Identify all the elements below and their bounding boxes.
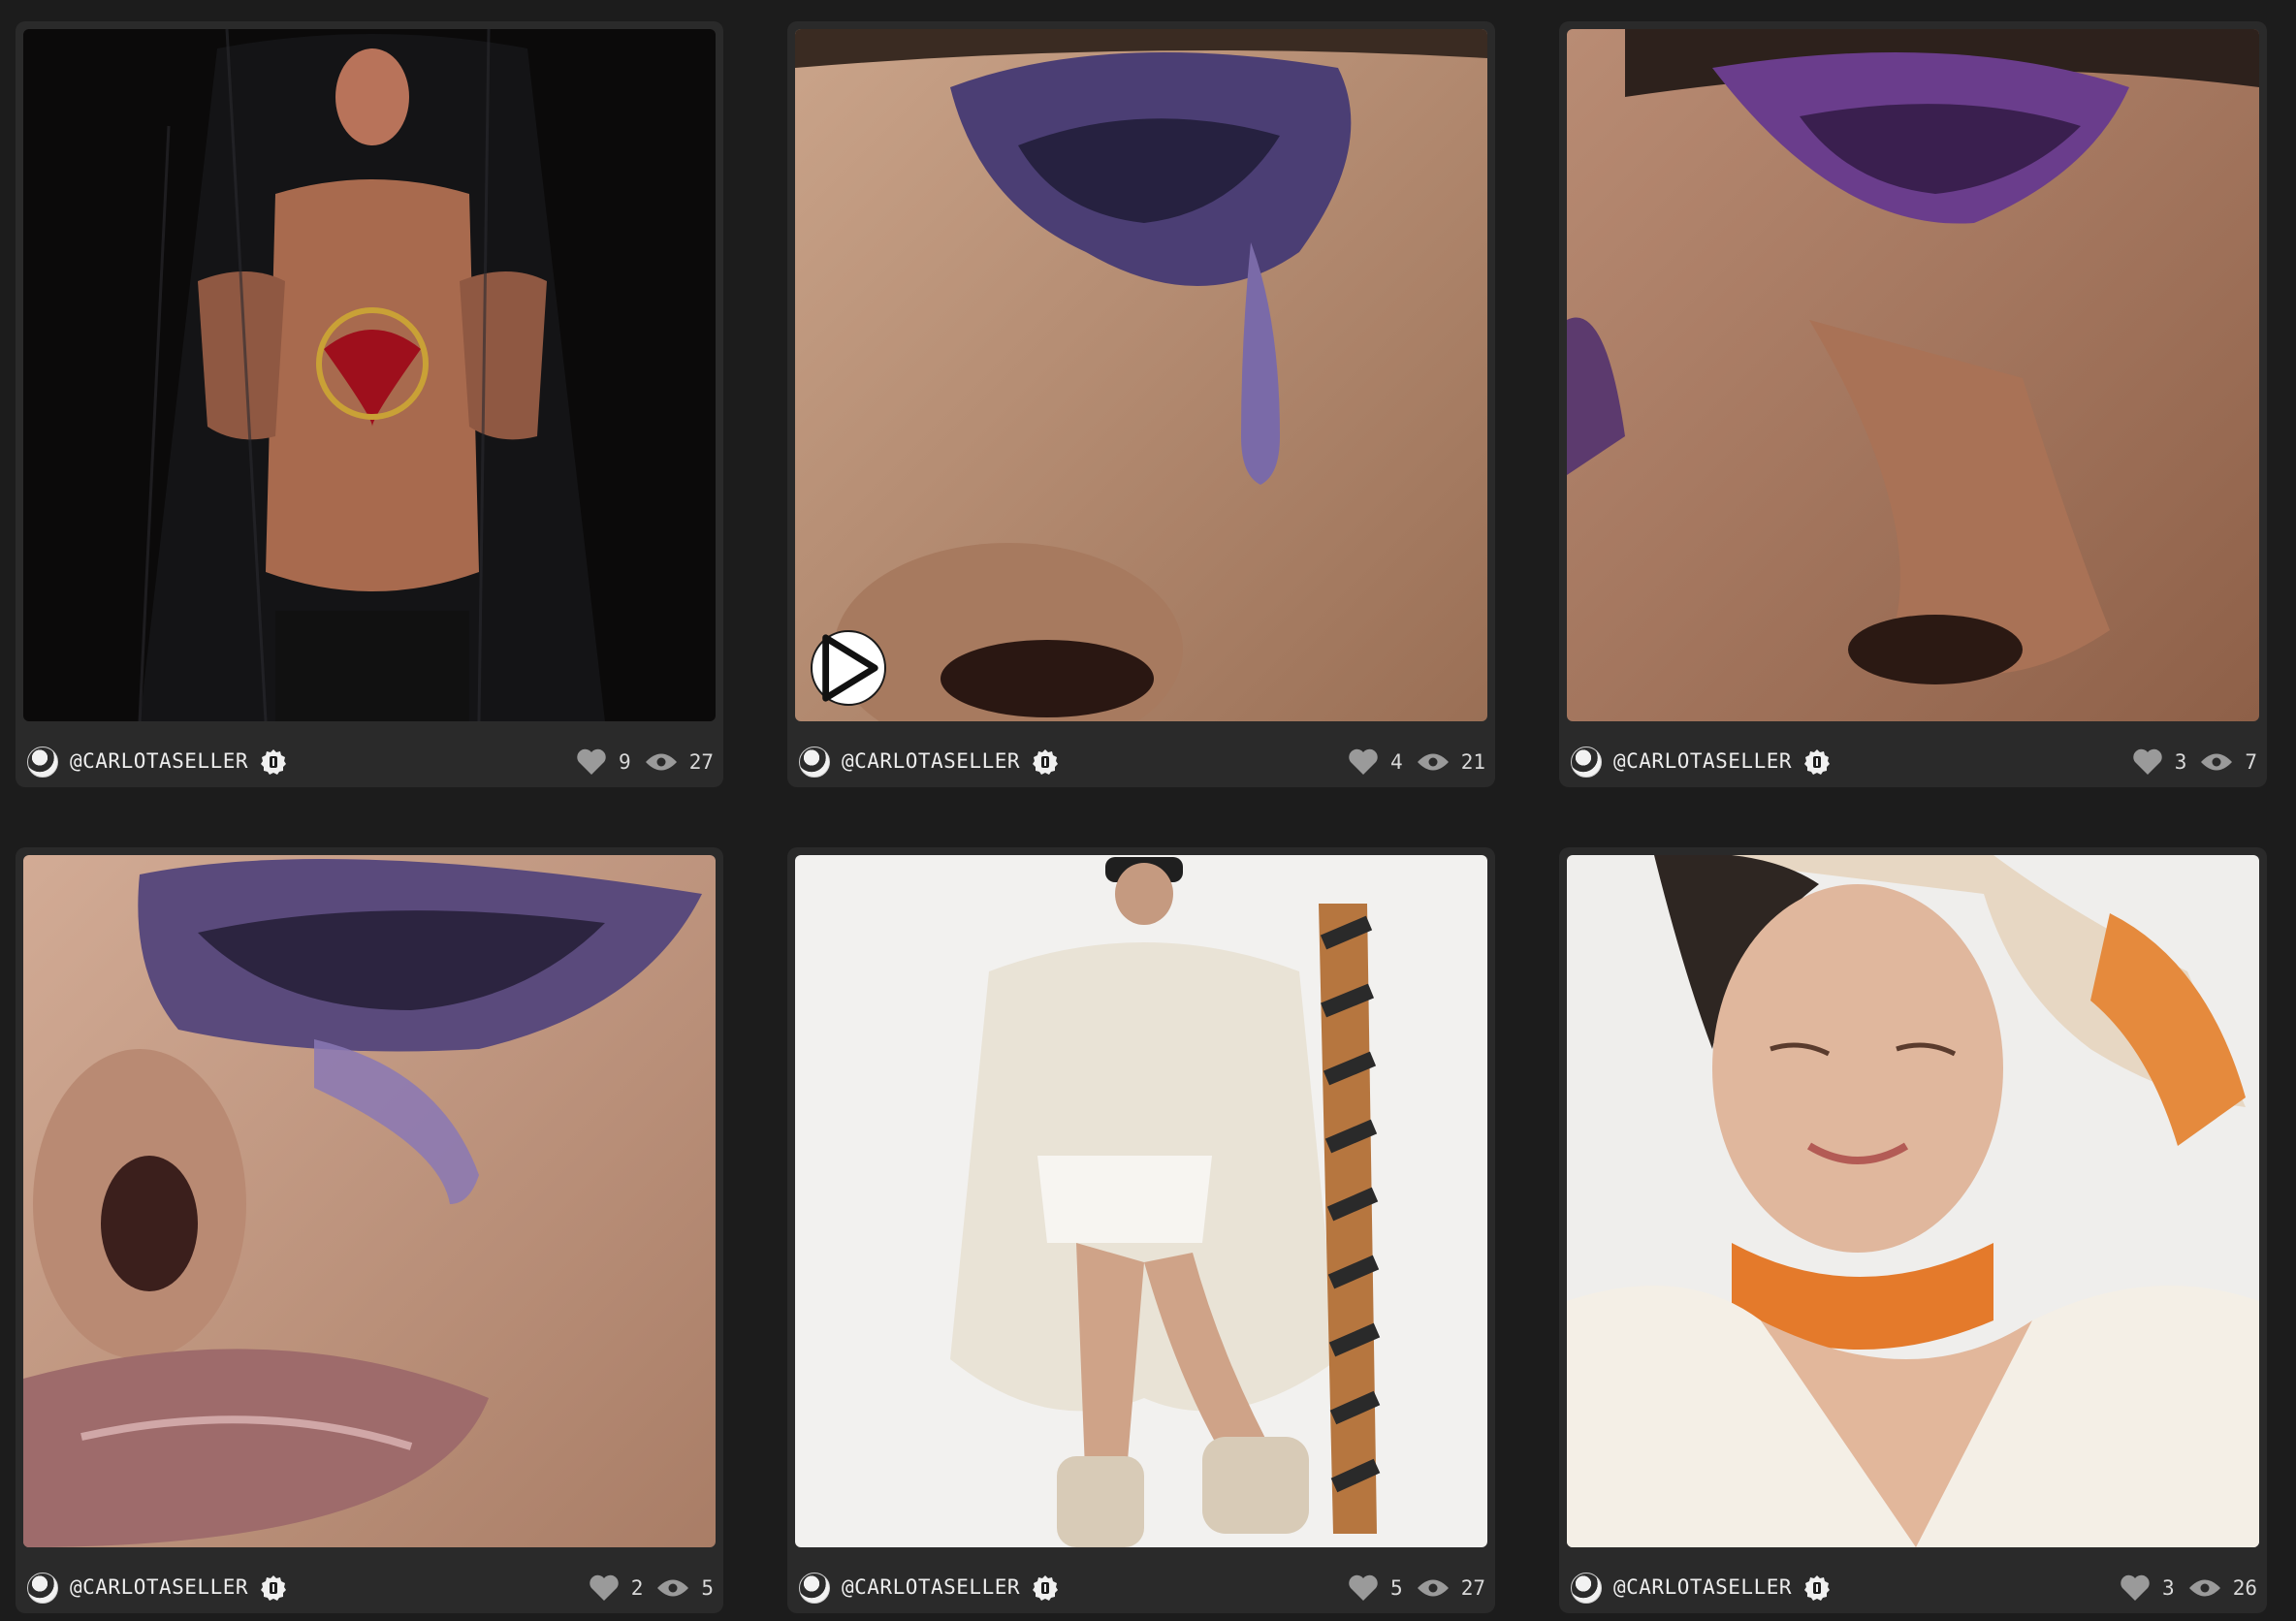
post-image-purple-tear[interactable] [795,29,1487,721]
eye-icon [1417,753,1449,771]
heart-icon [2121,1574,2150,1601]
view-count: 26 [2232,1576,2257,1600]
like-count: 5 [1390,1576,1403,1600]
post-meta: @CARLOTASELLER 4 21 [787,743,1495,781]
avatar[interactable] [799,1573,830,1604]
view-stat: 7 [2200,750,2257,774]
view-count: 7 [2245,750,2257,774]
play-icon [822,634,878,702]
post-stats: 4 21 [1348,748,1485,776]
post-image-purple-eyeshadow[interactable] [1567,29,2259,721]
post-image-veiled-model[interactable] [23,29,716,721]
like-stat[interactable]: 9 [576,748,631,776]
post-meta: @CARLOTASELLER 3 26 [1559,1569,2267,1607]
verified-badge-icon [1033,749,1058,775]
like-count: 4 [1390,750,1403,774]
heart-icon [577,748,606,775]
view-count: 27 [688,750,714,774]
view-count: 27 [1460,1576,1485,1600]
avatar[interactable] [27,1573,58,1604]
post-image-glitter-eye[interactable] [23,855,716,1547]
heart-icon [2132,748,2162,775]
view-stat: 26 [2188,1576,2257,1600]
like-stat[interactable]: 3 [2132,748,2187,776]
avatar[interactable] [1571,747,1602,778]
author-handle[interactable]: @CARLOTASELLER [842,1575,1020,1599]
post-card[interactable]: @CARLOTASELLER 5 27 [787,847,1495,1613]
heart-icon [1349,1574,1378,1601]
eye-icon [2188,1579,2220,1597]
eye-icon [645,753,677,771]
eye-icon [2201,753,2233,771]
post-meta: @CARLOTASELLER 9 27 [16,743,723,781]
author-handle[interactable]: @CARLOTASELLER [70,1575,248,1599]
post-stats: 2 5 [589,1574,714,1602]
view-stat: 5 [656,1576,714,1600]
like-count: 3 [2174,750,2187,774]
post-image-fur-coat-ski[interactable] [795,855,1487,1547]
heart-icon [1349,748,1378,775]
post-card[interactable]: @CARLOTASELLER 3 26 [1559,847,2267,1613]
like-stat[interactable]: 4 [1348,748,1403,776]
view-stat: 27 [1417,1576,1485,1600]
verified-badge-icon [1804,749,1830,775]
view-stat: 27 [645,750,714,774]
post-grid: @CARLOTASELLER 9 27 @CARLOTASELLER 4 21 … [0,0,2296,1621]
like-stat[interactable]: 5 [1348,1574,1403,1602]
post-stats: 3 26 [2120,1574,2257,1602]
like-count: 9 [619,750,631,774]
like-stat[interactable]: 2 [589,1574,644,1602]
post-stats: 5 27 [1348,1574,1485,1602]
author-handle[interactable]: @CARLOTASELLER [70,749,248,773]
post-meta: @CARLOTASELLER 5 27 [787,1569,1495,1607]
post-image-orange-scarf[interactable] [1567,855,2259,1547]
heart-icon [589,1574,619,1601]
view-count: 21 [1460,750,1485,774]
verified-badge-icon [1804,1575,1830,1601]
view-count: 5 [701,1576,714,1600]
post-meta: @CARLOTASELLER 3 7 [1559,743,2267,781]
author-handle[interactable]: @CARLOTASELLER [1613,749,1792,773]
author-handle[interactable]: @CARLOTASELLER [1613,1575,1792,1599]
verified-badge-icon [261,1575,286,1601]
eye-icon [657,1579,689,1597]
eye-icon [1417,1579,1449,1597]
like-count: 2 [630,1576,644,1600]
post-stats: 3 7 [2132,748,2257,776]
avatar[interactable] [799,747,830,778]
like-stat[interactable]: 3 [2120,1574,2175,1602]
post-card[interactable]: @CARLOTASELLER 3 7 [1559,21,2267,787]
post-card[interactable]: @CARLOTASELLER 4 21 [787,21,1495,787]
play-button[interactable] [811,630,886,706]
post-stats: 9 27 [576,748,714,776]
like-count: 3 [2162,1576,2175,1600]
author-handle[interactable]: @CARLOTASELLER [842,749,1020,773]
post-card[interactable]: @CARLOTASELLER 9 27 [16,21,723,787]
verified-badge-icon [261,749,286,775]
verified-badge-icon [1033,1575,1058,1601]
post-meta: @CARLOTASELLER 2 5 [16,1569,723,1607]
avatar[interactable] [27,747,58,778]
post-card[interactable]: @CARLOTASELLER 2 5 [16,847,723,1613]
view-stat: 21 [1417,750,1485,774]
avatar[interactable] [1571,1573,1602,1604]
